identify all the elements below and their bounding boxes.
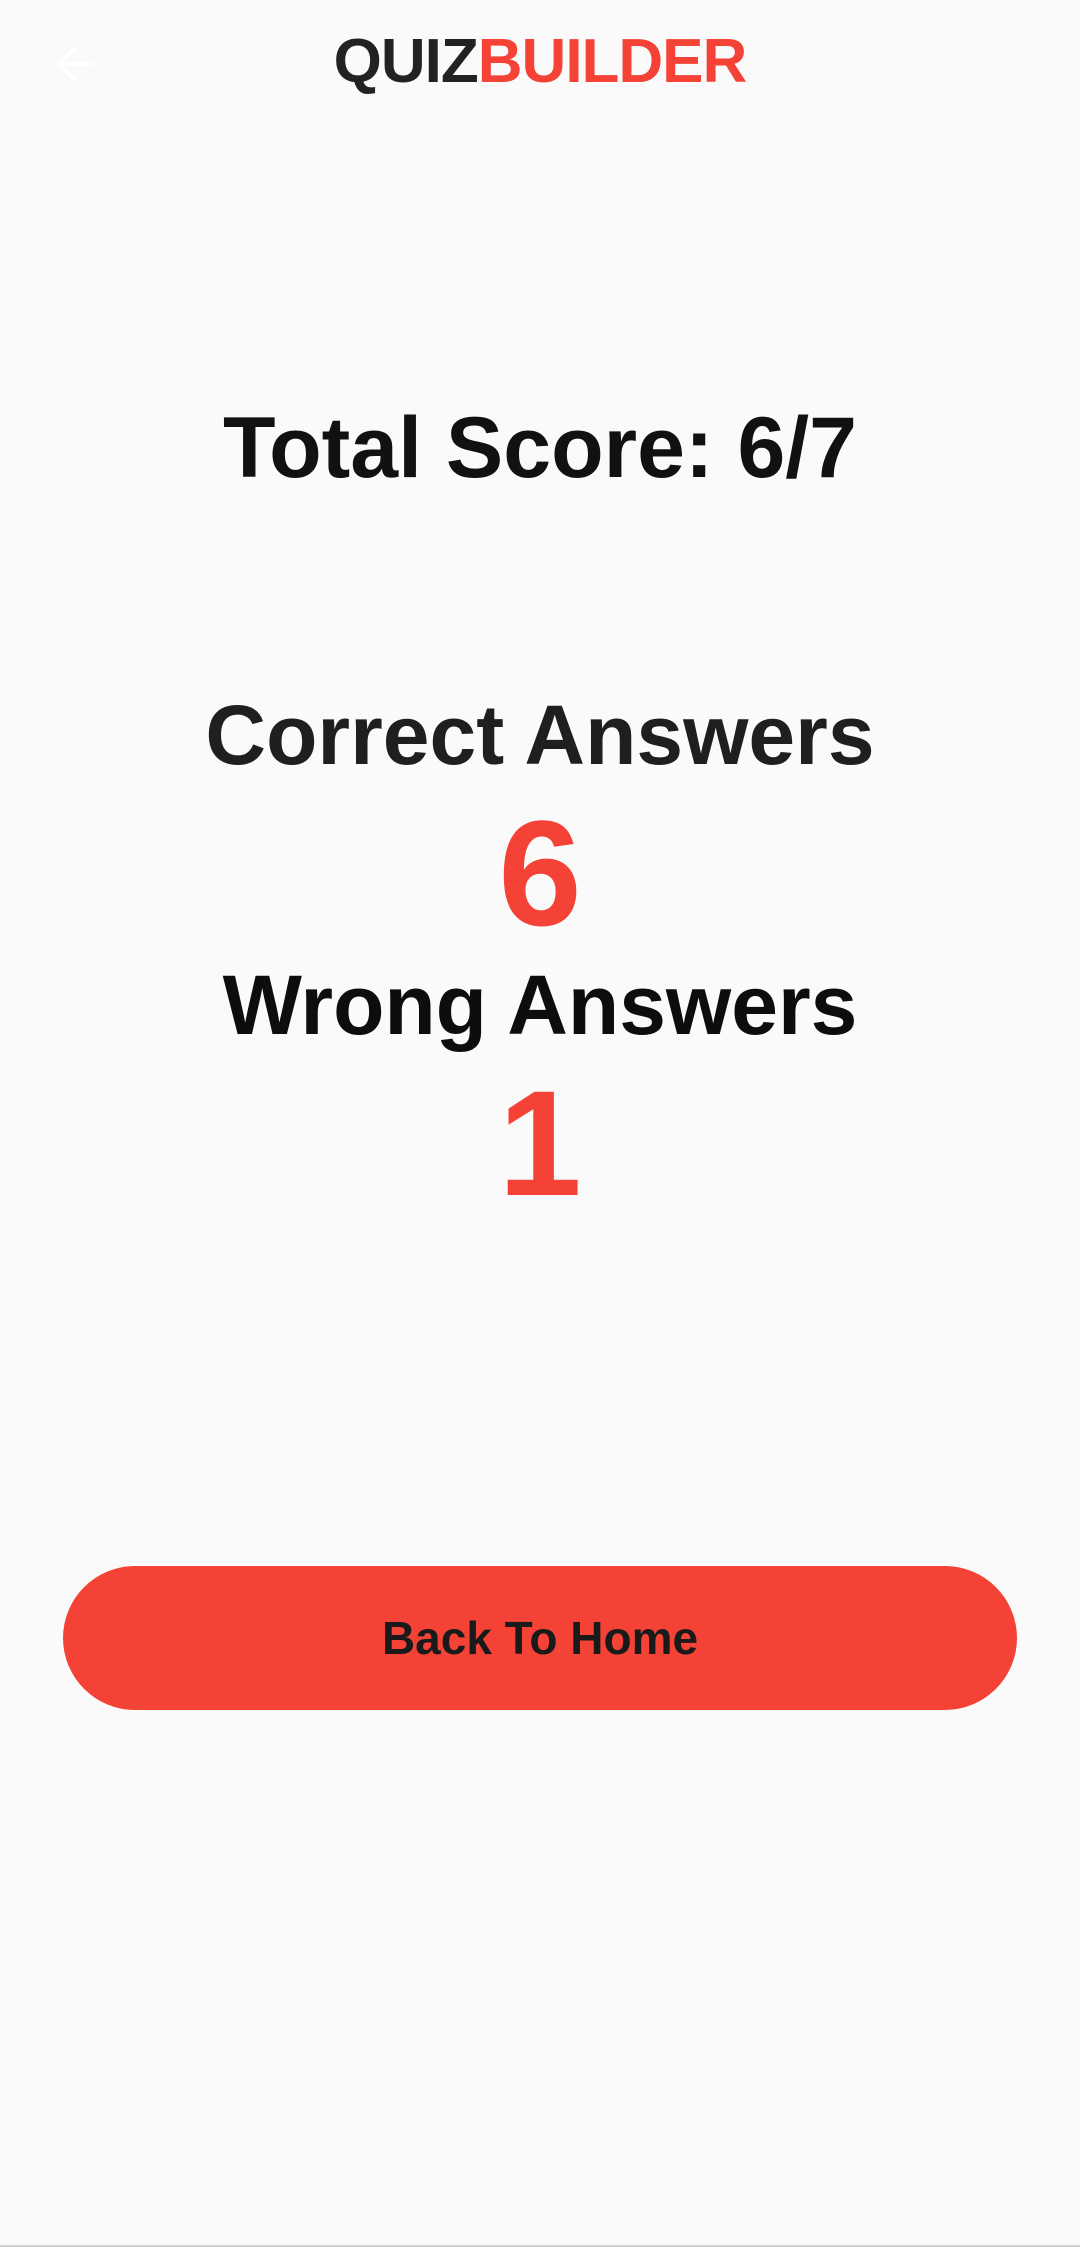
correct-answers-label: Correct Answers bbox=[205, 688, 875, 782]
app-title-builder: BUILDER bbox=[477, 27, 748, 96]
total-score: Total Score: 6/7 bbox=[222, 400, 858, 496]
app-title-quiz: QUIZ bbox=[333, 27, 479, 96]
wrong-answers-count: 1 bbox=[498, 1059, 582, 1227]
app-title: QUIZBUILDER bbox=[0, 22, 1080, 102]
wrong-answers-label: Wrong Answers bbox=[222, 958, 858, 1052]
correct-answers-count: 6 bbox=[498, 789, 582, 957]
app-bar: QUIZBUILDER bbox=[0, 0, 1080, 130]
back-to-home-button[interactable]: Back To Home bbox=[63, 1566, 1017, 1710]
